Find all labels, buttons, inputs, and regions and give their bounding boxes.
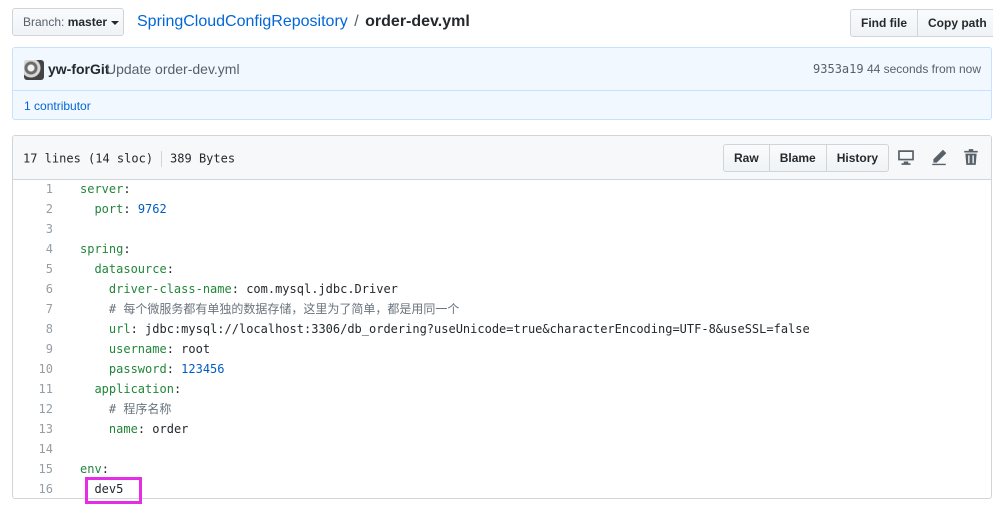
contributors-link[interactable]: 1 contributor [24, 99, 91, 113]
breadcrumb-separator: / [354, 13, 359, 30]
code-line: 13 name: order [13, 419, 991, 439]
trash-icon[interactable] [962, 148, 980, 166]
commit-message[interactable]: Update order-dev.yml [106, 61, 240, 77]
line-content: spring: [80, 242, 131, 256]
line-number[interactable]: 3 [13, 219, 53, 239]
find-file-button[interactable]: Find file [850, 9, 918, 37]
caret-down-icon [111, 20, 120, 25]
raw-button[interactable]: Raw [723, 144, 770, 172]
code-line: 11 application: [13, 379, 991, 399]
line-content: username: root [108, 342, 211, 356]
line-content: name: order [108, 422, 189, 436]
file-header: 17 lines (14 sloc) 389 Bytes Raw Blame Hi… [13, 136, 991, 180]
line-number[interactable]: 2 [13, 199, 53, 219]
code-line: 15 env: [13, 459, 991, 479]
line-content: port: 9762 [94, 202, 167, 216]
code-line: 2 port: 9762 [13, 199, 991, 219]
code-line: 1 server: [13, 179, 991, 199]
code-line: 7 # 每个微服务都有单独的数据存储，这里为了简单，都是用同一个 [13, 299, 991, 319]
branch-name: master [67, 15, 108, 29]
line-content: server: [80, 182, 131, 196]
code-line: 3 [13, 219, 991, 239]
line-number[interactable]: 13 [13, 419, 53, 439]
line-content: env: [80, 462, 109, 476]
line-number[interactable]: 12 [13, 399, 53, 419]
file-name: order-dev.yml [365, 13, 470, 30]
breadcrumb: SpringCloudConfigRepository / order-dev.… [137, 12, 470, 32]
latest-commit: yw-forGit Update order-dev.yml 9353a19 4… [13, 48, 991, 91]
code-line: 8 url: jdbc:mysql://localhost:3306/db_or… [13, 319, 991, 339]
file-view-buttons: Raw Blame History [723, 144, 890, 172]
line-content: # 程序名称 [108, 402, 172, 416]
blame-button[interactable]: Blame [769, 144, 827, 172]
line-content: url: jdbc:mysql://localhost:3306/db_orde… [108, 322, 810, 336]
commit-time: 44 seconds from now [866, 62, 981, 76]
code-line: 14 [13, 439, 991, 459]
line-number[interactable]: 14 [13, 439, 53, 459]
file-viewer: 17 lines (14 sloc) 389 Bytes Raw Blame Hi… [12, 135, 992, 499]
code-line: 16 dev5 [13, 479, 991, 498]
pencil-icon[interactable] [930, 148, 948, 166]
line-content: driver-class-name: com.mysql.jdbc.Driver [108, 282, 398, 296]
line-content: application: [94, 382, 182, 396]
line-number[interactable]: 7 [13, 299, 53, 319]
avatar[interactable] [24, 60, 44, 80]
code-body: 1 server: 2 port: 9762 3 4 spring: 5 datasourc… [13, 179, 991, 498]
line-number[interactable]: 6 [13, 279, 53, 299]
line-number[interactable]: 16 [13, 479, 53, 498]
code-line: 4 spring: [13, 239, 991, 259]
commit-author[interactable]: yw-forGit [48, 61, 109, 77]
line-number[interactable]: 5 [13, 259, 53, 279]
file-info: 17 lines (14 sloc) 389 Bytes [23, 151, 235, 167]
file-size: 389 Bytes [170, 151, 236, 166]
line-content: datasource: [94, 262, 174, 276]
line-number[interactable]: 1 [13, 179, 53, 199]
commit-tease: yw-forGit Update order-dev.yml 9353a19 4… [12, 47, 992, 120]
copy-path-button[interactable]: Copy path [918, 9, 993, 37]
code-line: 6 driver-class-name: com.mysql.jdbc.Driv… [13, 279, 991, 299]
file-actions: Find file Copy path [850, 9, 993, 37]
code-line: 10 password: 123456 [13, 359, 991, 379]
file-lines-info: 17 lines (14 sloc) [23, 151, 154, 166]
line-number[interactable]: 15 [13, 459, 53, 479]
commit-meta: 9353a19 44 seconds from now [813, 62, 981, 76]
line-content: dev5 [94, 482, 124, 496]
history-button[interactable]: History [826, 144, 890, 172]
desktop-icon[interactable] [897, 148, 915, 166]
code-line: 12 # 程序名称 [13, 399, 991, 419]
divider [161, 151, 163, 167]
branch-label: Branch: [23, 15, 65, 29]
line-number[interactable]: 4 [13, 239, 53, 259]
line-content: # 每个微服务都有单独的数据存储，这里为了简单，都是用同一个 [108, 302, 460, 316]
code-line: 9 username: root [13, 339, 991, 359]
line-number[interactable]: 10 [13, 359, 53, 379]
contributors: 1 contributor [24, 99, 91, 113]
branch-selector-button[interactable]: Branch: master [12, 8, 124, 36]
line-number[interactable]: 8 [13, 319, 53, 339]
line-content: password: 123456 [108, 362, 225, 376]
line-number[interactable]: 9 [13, 339, 53, 359]
code-line: 5 datasource: [13, 259, 991, 279]
repo-link[interactable]: SpringCloudConfigRepository [137, 13, 348, 30]
line-number[interactable]: 11 [13, 379, 53, 399]
commit-sha[interactable]: 9353a19 [813, 62, 864, 76]
